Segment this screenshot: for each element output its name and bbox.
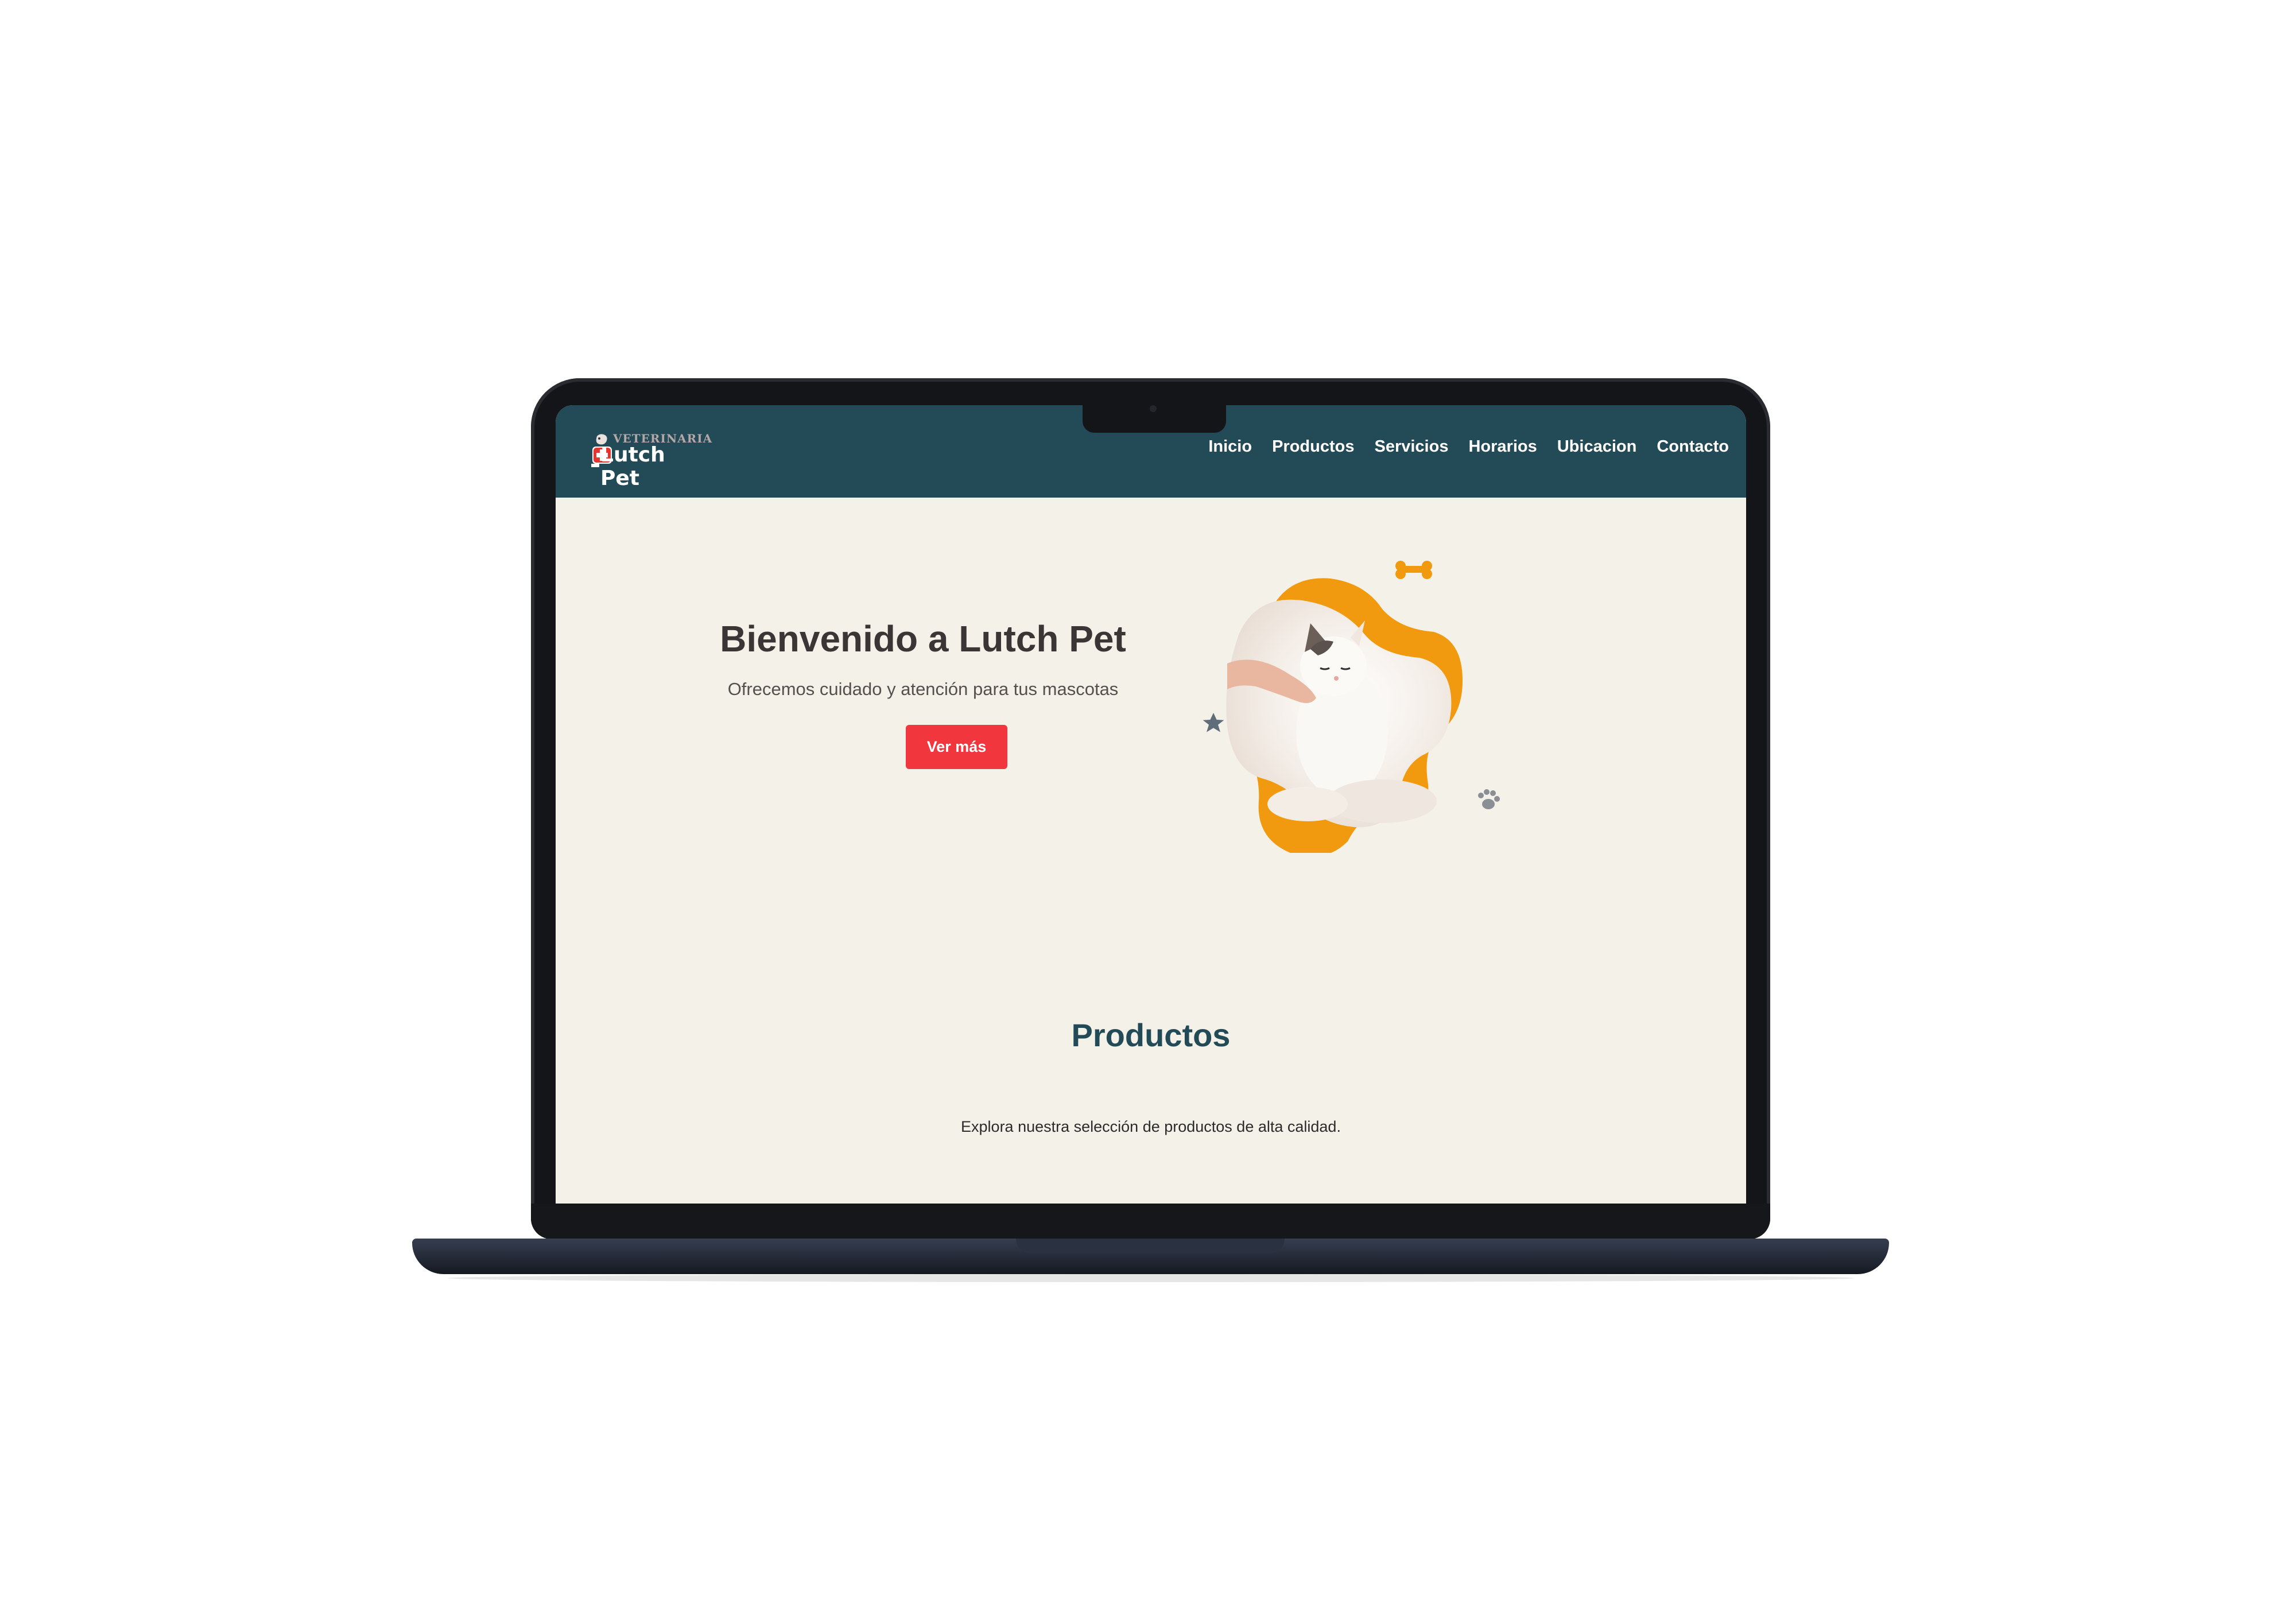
- nav-item-horarios[interactable]: Horarios: [1468, 437, 1537, 456]
- camera-icon: [1150, 405, 1157, 412]
- hero-title: Bienvenido a Lutch Pet: [720, 618, 1126, 659]
- nav-item-productos[interactable]: Productos: [1272, 437, 1354, 456]
- hero-illustration: [1203, 561, 1500, 853]
- nav-item-servicios[interactable]: Servicios: [1374, 437, 1448, 456]
- paw-icon: [1478, 789, 1500, 809]
- ver-mas-button[interactable]: Ver más: [906, 725, 1007, 769]
- hero-subtitle: Ofrecemos cuidado y atención para tus ma…: [727, 679, 1119, 699]
- laptop-shadow: [448, 1274, 1854, 1282]
- mockup-background: VETERINARIA Lutch Pet Inicio Productos S…: [0, 0, 2296, 1607]
- nav-item-inicio[interactable]: Inicio: [1208, 437, 1252, 456]
- laptop-bezel-bottom: [531, 1204, 1770, 1239]
- bone-icon: [1395, 561, 1432, 579]
- products-title: Productos: [1071, 1017, 1231, 1053]
- star-icon: [1203, 713, 1224, 732]
- laptop-opening-notch: [1016, 1239, 1285, 1253]
- brand-logo[interactable]: VETERINARIA Lutch Pet: [589, 432, 712, 490]
- nav-item-ubicacion[interactable]: Ubicacion: [1557, 437, 1637, 456]
- logo-title: Lutch Pet: [600, 443, 665, 490]
- website-screen: VETERINARIA Lutch Pet Inicio Productos S…: [556, 405, 1746, 1204]
- nav-item-contacto[interactable]: Contacto: [1657, 437, 1729, 456]
- nav-menu: Inicio Productos Servicios Horarios Ubic…: [1208, 437, 1729, 456]
- products-subtitle: Explora nuestra selección de productos d…: [961, 1118, 1341, 1135]
